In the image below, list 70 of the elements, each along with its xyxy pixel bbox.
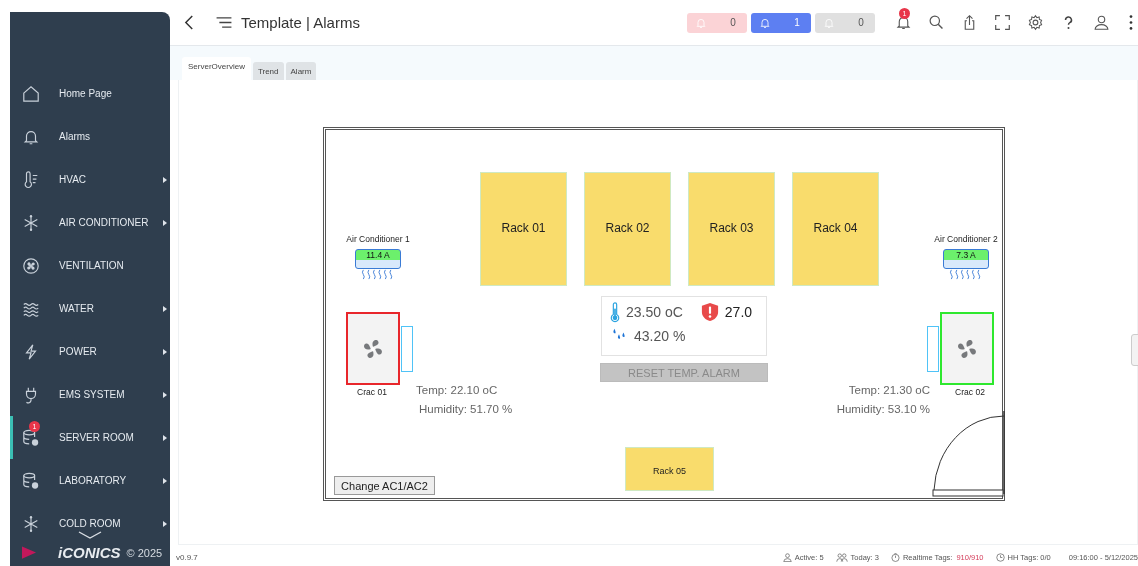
sidebar-item[interactable]: COLD ROOM xyxy=(10,502,170,545)
bell-icon xyxy=(823,16,835,29)
alarm-counter[interactable]: 0 xyxy=(687,12,747,33)
alarm-counter[interactable]: 0 xyxy=(815,12,875,33)
unit-label: Air Conditioner 1 xyxy=(346,234,410,244)
unit-label: Crac 01 xyxy=(356,387,388,397)
copyright-text: © 2025 xyxy=(126,546,163,559)
alarm-setpoint: 27.0 xyxy=(724,304,753,320)
database-icon xyxy=(22,428,40,447)
sidebar-item[interactable]: Alarms xyxy=(10,115,170,158)
snowflake-icon xyxy=(22,213,40,232)
logo-text: iCONICS xyxy=(58,544,121,561)
humidity-reading: Humidity: 51.70 % xyxy=(419,403,514,415)
coil-drawing xyxy=(401,326,413,372)
more-icon[interactable] xyxy=(1128,14,1134,31)
sidebar-item[interactable]: EMS SYSTEM xyxy=(10,373,170,416)
tab[interactable]: Alarm xyxy=(285,62,317,80)
sidebar-item[interactable]: VENTILATION xyxy=(10,244,170,287)
unit-label: Air Conditioner 2 xyxy=(934,234,998,244)
chevron-down-icon xyxy=(78,531,102,539)
temperature-reading: Temp: 21.30 oC xyxy=(847,384,930,396)
sidebar-item[interactable]: AIR CONDITIONER xyxy=(10,201,170,244)
home-icon xyxy=(22,84,40,103)
crac-unit[interactable] xyxy=(940,312,994,385)
server-rack[interactable]: Rack 05 xyxy=(625,447,714,491)
server-rack[interactable]: Rack 01 xyxy=(480,172,567,286)
fullscreen-icon[interactable] xyxy=(994,14,1011,31)
coil-drawing xyxy=(927,326,939,372)
fan-icon xyxy=(22,256,40,275)
side-handle[interactable] xyxy=(1131,334,1138,366)
database-icon xyxy=(22,471,40,490)
version-text: v0.9.7 xyxy=(176,552,198,562)
menu-icon[interactable] xyxy=(215,16,233,29)
logo-icon xyxy=(22,546,36,559)
page-title: Template | Alarms xyxy=(241,14,360,31)
thermometer-icon xyxy=(610,301,620,323)
settings-icon[interactable] xyxy=(1027,14,1044,31)
user-icon xyxy=(782,552,792,562)
unit-label: Crac 02 xyxy=(954,387,986,397)
sidebar-item[interactable]: Home Page xyxy=(10,72,170,115)
air-conditioner-unit[interactable]: 7.3 A xyxy=(943,249,989,269)
sidebar-item[interactable]: POWER xyxy=(10,330,170,373)
user-icon[interactable] xyxy=(1093,14,1110,31)
server-rack[interactable]: Rack 02 xyxy=(584,172,671,286)
bell-icon xyxy=(695,16,707,29)
sidebar-item[interactable]: WATER xyxy=(10,287,170,330)
humidity-reading: Humidity: 53.10 % xyxy=(835,403,930,415)
back-icon[interactable] xyxy=(184,15,195,30)
humidity-value: 43.20 % xyxy=(634,328,686,344)
tab[interactable]: Trend xyxy=(252,62,284,80)
clock-icon xyxy=(995,552,1005,562)
search-icon[interactable] xyxy=(928,14,945,31)
timer-icon xyxy=(890,552,900,562)
temperature-reading: Temp: 22.10 oC xyxy=(416,384,499,396)
server-rack[interactable]: Rack 04 xyxy=(792,172,879,286)
sidebar-item[interactable]: LABORATORY xyxy=(10,459,170,502)
users-icon xyxy=(835,552,848,562)
sidebar-item[interactable]: HVAC xyxy=(10,158,170,201)
change-button[interactable]: Change AC1/AC2 xyxy=(334,476,435,495)
tab[interactable]: ServerOverview xyxy=(182,57,251,80)
lightning-icon xyxy=(22,342,40,361)
air-conditioner-unit[interactable]: 11.4 A xyxy=(355,249,401,269)
thermometer-icon xyxy=(22,170,40,189)
snowflake-icon xyxy=(22,514,40,533)
bell-icon xyxy=(759,16,771,29)
server-rack[interactable]: Rack 03 xyxy=(688,172,775,286)
crac-unit[interactable] xyxy=(346,312,400,385)
alarm-shield-icon xyxy=(700,302,719,322)
temperature-value: 23.50 oC xyxy=(626,304,683,320)
alarm-counter[interactable]: 1 xyxy=(751,12,811,33)
